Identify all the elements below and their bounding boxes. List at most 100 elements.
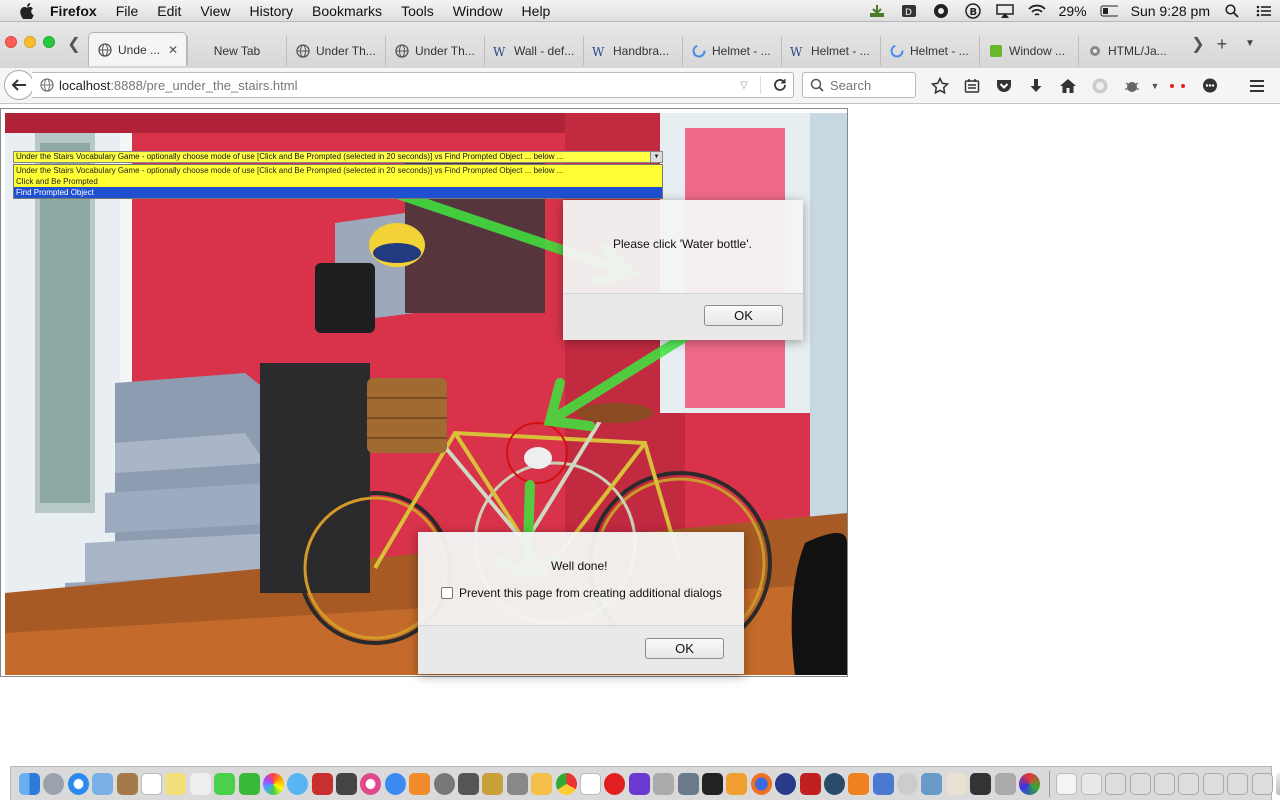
bookmarks-menu-icon[interactable] <box>956 74 988 98</box>
app-icon-9[interactable] <box>726 772 748 795</box>
window-thumb-2-icon[interactable] <box>1129 772 1151 795</box>
wifi-tray-icon[interactable] <box>1027 3 1046 19</box>
photo-booth-icon[interactable] <box>311 772 333 795</box>
checkbox-box[interactable] <box>441 587 453 599</box>
prevent-dialogs-label[interactable]: Prevent this page from creating addition… <box>459 586 722 600</box>
url-history-dropdown-icon[interactable]: ▽ <box>734 80 754 91</box>
menu-tools[interactable]: Tools <box>401 3 434 19</box>
menu-window[interactable]: Window <box>453 3 503 19</box>
tab-8[interactable]: Helmet - ... <box>880 36 979 66</box>
window-zoom-button[interactable] <box>43 36 55 48</box>
select-option-click-and-be-prompted[interactable]: Click and Be Prompted <box>14 176 662 187</box>
downloads-stack-icon[interactable] <box>1080 772 1102 795</box>
app-icon-11[interactable] <box>872 772 894 795</box>
app-icon-8[interactable] <box>677 772 699 795</box>
app-icon-13[interactable] <box>945 772 967 795</box>
window-thumb-3-icon[interactable] <box>1153 772 1175 795</box>
ibooks-icon[interactable] <box>409 772 431 795</box>
app-icon-6[interactable] <box>628 772 650 795</box>
menu-history[interactable]: History <box>249 3 293 19</box>
window-minimize-button[interactable] <box>24 36 36 48</box>
tab-7[interactable]: W Helmet - ... <box>781 36 880 66</box>
window-thumb-6-icon[interactable] <box>1227 772 1249 795</box>
b-tray-icon[interactable]: B <box>964 3 982 19</box>
menu-help[interactable]: Help <box>522 3 551 19</box>
hamburger-menu-icon[interactable] <box>1244 74 1270 98</box>
chat-icon[interactable] <box>1194 74 1226 98</box>
sync-tray-icon[interactable] <box>932 3 950 19</box>
vlc-icon[interactable] <box>848 772 870 795</box>
calendar-icon[interactable] <box>140 772 162 795</box>
extension-dropdown-icon[interactable]: ▼ <box>1148 74 1162 98</box>
finder-icon[interactable] <box>19 772 40 795</box>
trash-icon[interactable] <box>1275 772 1280 795</box>
new-tab-plus-icon[interactable]: + <box>1212 34 1232 54</box>
tab-4[interactable]: W Wall - def... <box>484 36 583 66</box>
reload-icon[interactable] <box>767 78 793 92</box>
app-icon-12[interactable] <box>921 772 943 795</box>
clock[interactable]: Sun 9:28 pm <box>1131 3 1210 19</box>
notes-icon[interactable] <box>165 772 187 795</box>
download-tray-icon[interactable] <box>868 3 886 19</box>
mail-icon[interactable] <box>92 772 114 795</box>
window-thumb-1-icon[interactable] <box>1105 772 1127 795</box>
site-info-globe-icon[interactable] <box>39 78 54 93</box>
window-thumb-4-icon[interactable] <box>1178 772 1200 795</box>
battery-icon[interactable] <box>1100 3 1118 19</box>
prompt-dialog-ok-button[interactable]: OK <box>704 305 783 326</box>
app-icon-14[interactable] <box>970 772 992 795</box>
tab-9[interactable]: Window ... <box>979 36 1078 66</box>
window-thumb-7-icon[interactable] <box>1251 772 1273 795</box>
app-icon-16[interactable] <box>1019 772 1041 795</box>
system-preferences-icon[interactable] <box>433 772 455 795</box>
photos-icon[interactable] <box>262 772 284 795</box>
text-file-icon[interactable] <box>579 772 601 795</box>
chrome-icon[interactable] <box>555 772 577 795</box>
b-app-icon[interactable] <box>775 772 797 795</box>
airplay-tray-icon[interactable] <box>995 3 1014 19</box>
mode-select[interactable]: Under the Stairs Vocabulary Game - optio… <box>13 151 663 163</box>
messages-bubble-icon[interactable] <box>287 772 309 795</box>
display-tray-icon[interactable]: D <box>900 3 918 19</box>
tab-10[interactable]: HTML/Ja... <box>1078 36 1177 66</box>
sync-status-icon[interactable] <box>1084 74 1116 98</box>
spotlight-icon[interactable] <box>1223 3 1241 19</box>
app-store-icon[interactable] <box>384 772 406 795</box>
window-close-button[interactable] <box>5 36 17 48</box>
extension-bug-icon[interactable] <box>1116 74 1148 98</box>
select-option-find-prompted-object[interactable]: Find Prompted Object <box>14 187 662 198</box>
tab-scroll-right-icon[interactable]: ❯ <box>1189 36 1207 56</box>
tab-1[interactable]: New Tab <box>187 36 286 66</box>
tab-close-icon[interactable]: ✕ <box>168 43 178 57</box>
app-icon-3[interactable] <box>482 772 504 795</box>
safari-icon[interactable] <box>67 772 89 795</box>
search-input[interactable] <box>830 77 910 93</box>
documents-stack-icon[interactable] <box>1056 772 1078 795</box>
downloads-icon[interactable] <box>1020 74 1052 98</box>
home-icon[interactable] <box>1052 74 1084 98</box>
select-option-title[interactable]: Under the Stairs Vocabulary Game - optio… <box>14 165 662 176</box>
apple-icon[interactable] <box>18 2 36 20</box>
prevent-dialogs-checkbox[interactable]: Prevent this page from creating addition… <box>441 586 722 600</box>
menu-view[interactable]: View <box>200 3 230 19</box>
bookmark-star-icon[interactable] <box>924 74 956 98</box>
facetime-icon[interactable] <box>238 772 260 795</box>
filezilla-icon[interactable] <box>799 772 821 795</box>
menu-app-name[interactable]: Firefox <box>50 3 97 19</box>
opera-icon[interactable] <box>604 772 626 795</box>
reminders-icon[interactable] <box>189 772 211 795</box>
select-dropdown-arrow-icon[interactable]: ▼ <box>650 152 662 162</box>
url-text[interactable]: localhost:8888/pre_under_the_stairs.html <box>59 78 734 93</box>
list-all-tabs-icon[interactable]: ▼ <box>1242 36 1258 52</box>
app-icon-7[interactable] <box>653 772 675 795</box>
app-icon-1[interactable] <box>336 772 358 795</box>
itunes-icon[interactable] <box>360 772 382 795</box>
tab-6[interactable]: Helmet - ... <box>682 36 781 66</box>
window-thumb-5-icon[interactable] <box>1202 772 1224 795</box>
help-icon[interactable] <box>897 772 919 795</box>
tab-scroll-left-icon[interactable]: ❮ <box>65 36 83 56</box>
tab-0[interactable]: Unde ... ✕ <box>88 32 187 66</box>
firefox-icon[interactable] <box>750 772 772 795</box>
menu-edit[interactable]: Edit <box>157 3 181 19</box>
url-bar[interactable]: localhost:8888/pre_under_the_stairs.html… <box>32 72 794 98</box>
